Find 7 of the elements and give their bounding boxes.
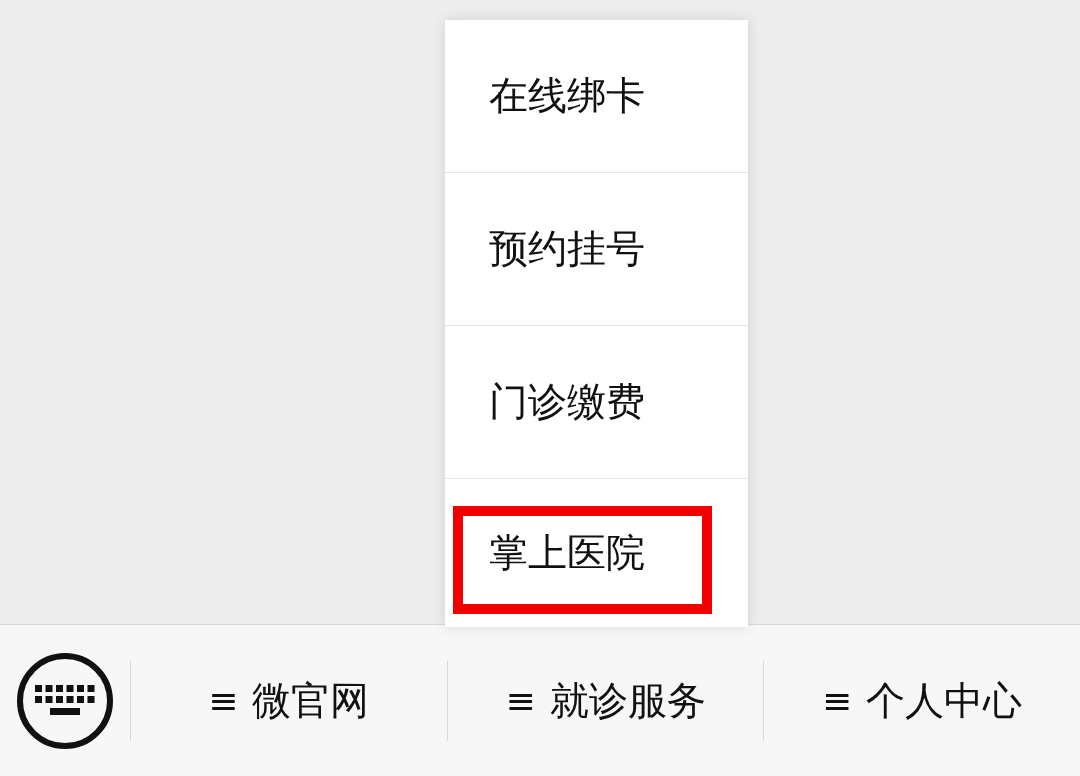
menu-button[interactable]: ≡ 微官网	[131, 660, 448, 741]
menu-button[interactable]: ≡ 就诊服务	[447, 660, 765, 741]
submenu-item[interactable]: 在线绑卡	[445, 20, 748, 172]
submenu-item[interactable]: 预约挂号	[445, 173, 748, 325]
keyboard-icon[interactable]	[15, 650, 115, 751]
menu-button[interactable]: ≡ 个人中心	[764, 660, 1080, 741]
submenu-item[interactable]: 门诊缴费	[445, 326, 748, 478]
